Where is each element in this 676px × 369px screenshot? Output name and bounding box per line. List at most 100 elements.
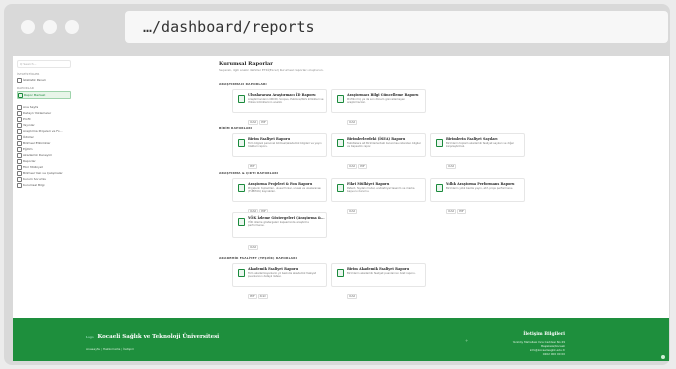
report-card-title: Akademik Faaliyet Raporu: [248, 267, 299, 271]
format-tag[interactable]: XLSX: [446, 209, 457, 214]
report-card-description: YÖK izleme göstergeleri kapsamında araşt…: [248, 221, 309, 228]
sidebar-item-label: Fikri Mülkiyet: [23, 165, 43, 169]
sidebar-item-report-center[interactable]: Rapor Merkezi: [17, 91, 71, 99]
sidebar-item-label: Profil: [23, 117, 31, 121]
page-title: Kurumsal Raporlar: [219, 61, 273, 67]
sidebar: Q Search... İSTATİSTİKLER İstatistik Pan…: [13, 56, 76, 318]
format-tag[interactable]: XLSX: [248, 120, 259, 125]
contact-phone[interactable]: 0262 000 00 00: [455, 352, 565, 356]
document-icon: [238, 218, 245, 226]
report-card[interactable]: Araştırma Projeleri & Fon Raporu Projele…: [232, 178, 327, 214]
section-title: ARAŞTIRMACI RAPORLARI: [219, 82, 267, 86]
sidebar-item-label: Eğitim: [23, 147, 33, 151]
report-card[interactable]: Yıllık Araştırma Performans Raporu Birim…: [430, 178, 525, 214]
format-tag[interactable]: PDF: [248, 294, 257, 299]
address-bar[interactable]: …/dashboard/reports: [125, 11, 668, 43]
sidebar-item-statistics-panel[interactable]: İstatistik Paneli: [17, 77, 71, 83]
sidebar-item-label: Bilimsel Yazı ve Çalışmalar: [23, 171, 63, 175]
site-footer: Logo Kocaeli Sağlık ve Teknoloji Ünivers…: [13, 318, 669, 361]
report-card[interactable]: Birimlerin Faaliyet Sayıları Birimlerin …: [430, 133, 525, 169]
format-tag[interactable]: XLSX: [248, 245, 259, 250]
report-card[interactable]: Birim Akademik Faaliyet Raporu Birimleri…: [331, 263, 426, 299]
report-card-title: Yıllık Araştırma Performans Raporu: [446, 182, 515, 186]
university-logo: Logo: [86, 335, 94, 339]
window-maximize-button[interactable]: [65, 20, 79, 34]
footer-link-home[interactable]: Anasayfa: [86, 347, 100, 351]
university-name: Kocaeli Sağlık ve Teknoloji Üniversitesi: [97, 334, 220, 340]
page-subtitle: Seçerek, ilgili analiz dahiller ETKİ(Exc…: [219, 68, 324, 72]
sidebar-item-label: Bilimsel Etkinlikler: [23, 141, 51, 145]
window-minimize-button[interactable]: [43, 20, 57, 34]
format-tag[interactable]: XLSX: [347, 164, 358, 169]
report-card-title: Uluslararası Araştırmacı İD Raporu: [248, 93, 316, 97]
report-card-title: Birimlerin Faaliyet Sayıları: [446, 137, 498, 141]
format-tag[interactable]: PDF: [248, 164, 257, 169]
format-tag[interactable]: XLSX: [347, 209, 358, 214]
contact-title: İletişim Bilgileri: [523, 332, 565, 337]
browser-window: …/dashboard/reports Q Search... İSTATİST…: [4, 4, 670, 365]
footer-links: Anasayfa | Hakkımızda | İletişim: [86, 347, 135, 351]
footer-link-contact[interactable]: İletişim: [123, 347, 134, 351]
report-card-title: Araştırmacı Bilgi Güncelleme Raporu: [347, 93, 419, 97]
report-card[interactable]: Birim Faaliyet Raporu Tüm bilgisiz perso…: [232, 133, 327, 169]
document-icon: [238, 95, 245, 103]
report-card-title: Araştırma Projeleri & Fon Raporu: [248, 182, 313, 186]
report-card[interactable]: YÖK İzleme Göstergeleri (Araştırma &... …: [232, 212, 327, 250]
footer-contact: İletişim Bilgileri Yeniköy Mahallesi Ilı…: [455, 332, 565, 356]
sidebar-item-label: İstatistik Paneli: [23, 78, 46, 82]
section-title: AKADEMİK FAALİYET (TEŞVİK) RAPORLARI: [219, 256, 298, 260]
document-icon: [337, 95, 344, 103]
report-card[interactable]: Araştırmacı Bilgi Güncelleme Raporu Prof…: [331, 89, 426, 125]
report-card-title: Fikri Mülkiyet Raporu: [347, 182, 390, 186]
report-card-title: Birimlerlerdeki (İSEA) Raporu: [347, 137, 406, 141]
document-icon: [238, 139, 245, 147]
format-tag[interactable]: XLSX: [257, 294, 268, 299]
sidebar-item-label: Kurum Sorumlu: [23, 177, 47, 181]
report-card[interactable]: Fikri Mülkiyet Raporu Patent, faydalı mo…: [331, 178, 426, 214]
chart-icon: [17, 78, 22, 83]
report-card-title: Birim Akademik Faaliyet Raporu: [347, 267, 410, 271]
sidebar-item-label: Detaylı Yüklemeler: [23, 111, 52, 115]
report-card-description: Birimlerin akademik faaliyet puanlarının…: [347, 272, 416, 275]
document-icon: [436, 139, 443, 147]
settings-icon[interactable]: [661, 355, 665, 359]
report-card-description: Patent, faydalı model, endüstriyel tasar…: [347, 187, 415, 194]
format-tag[interactable]: PDF: [358, 164, 367, 169]
document-icon: [436, 184, 443, 192]
report-card[interactable]: Uluslararası Araştırmacı İD Raporu Araşt…: [232, 89, 327, 125]
report-card-description: Tüm akademisyenlerin yıl bazında akademi…: [248, 272, 317, 279]
report-card-description: Tüm bilgisiz personel bilimsel/akademik …: [248, 142, 322, 149]
format-tag[interactable]: XLSX: [347, 120, 358, 125]
report-card[interactable]: Birimlerlerdeki (İSEA) Raporu Fakülteler…: [331, 133, 426, 169]
report-card-description: Birimlerin toplam akademik faaliyet sayı…: [446, 142, 515, 149]
sidebar-section-title: İSTATİSTİKLER: [17, 72, 40, 76]
footer-link-about[interactable]: Hakkımızda: [103, 347, 120, 351]
format-tag[interactable]: XLSX: [446, 164, 457, 169]
format-tag[interactable]: PDF: [457, 209, 466, 214]
sidebar-item-label: Ana Sayfa: [23, 105, 39, 109]
sidebar-item-label: Yayınlar: [23, 123, 35, 127]
document-icon: [337, 184, 344, 192]
section-title: ARAŞTIRMA & ÇIKTI RAPORLARI: [219, 171, 279, 175]
sidebar-item-label: Akademik Deneyim: [23, 153, 53, 157]
document-icon: [238, 269, 245, 277]
web-page: Q Search... İSTATİSTİKLER İstatistik Pan…: [13, 56, 669, 361]
sidebar-item-label: Ödüller: [23, 135, 34, 139]
report-card-description: Profilini hiç ya da son dönem güncelleme…: [347, 98, 406, 105]
sidebar-item-label: Araştırma Projeleri ve Fo...: [23, 129, 63, 133]
section-title: BİRİM RAPORLARI: [219, 126, 253, 130]
window-close-button[interactable]: [21, 20, 35, 34]
report-icon: [18, 93, 23, 98]
main-content: Kurumsal Raporlar Seçerek, ilgili analiz…: [75, 56, 669, 318]
sidebar-search-input[interactable]: Q Search...: [17, 60, 71, 68]
report-card[interactable]: Akademik Faaliyet Raporu Tüm akademisyen…: [232, 263, 327, 299]
footer-brand[interactable]: Logo Kocaeli Sağlık ve Teknoloji Ünivers…: [86, 334, 219, 340]
building-icon: [17, 183, 22, 188]
format-tag[interactable]: PDF: [259, 120, 268, 125]
document-icon: [337, 269, 344, 277]
format-tag[interactable]: XLSX: [347, 294, 358, 299]
document-icon: [337, 139, 344, 147]
report-card-title: Birim Faaliyet Raporu: [248, 137, 291, 141]
sidebar-item-label: Raporlar: [23, 159, 36, 163]
sidebar-item-institution[interactable]: Kurumsal Bilgi: [17, 182, 71, 188]
